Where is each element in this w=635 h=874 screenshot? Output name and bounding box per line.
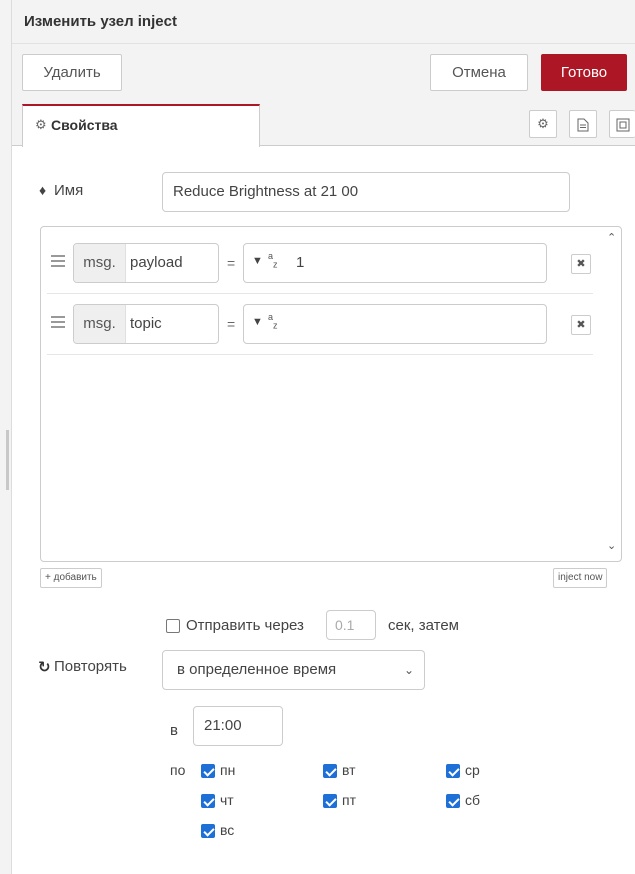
name-label: Имя	[54, 182, 84, 199]
document-icon	[577, 118, 589, 132]
appearance-button[interactable]	[609, 110, 635, 138]
checkbox[interactable]	[201, 764, 215, 778]
add-property-button[interactable]: + добавить	[40, 568, 102, 588]
done-button[interactable]: Готово	[541, 54, 627, 91]
msg-prefix: msg.	[74, 305, 126, 343]
inject-once-label: Отправить через	[186, 617, 304, 634]
checkbox[interactable]	[201, 794, 215, 808]
description-button[interactable]	[569, 110, 597, 138]
on-label: по	[170, 762, 186, 778]
node-settings-button[interactable]: ⚙	[529, 110, 557, 138]
checkbox[interactable]	[446, 764, 460, 778]
string-type-icon: az	[268, 312, 278, 331]
chevron-down-icon[interactable]: ⌄	[607, 539, 616, 552]
tabs-bar: ⚙ Свойства ⚙	[12, 102, 635, 147]
day-label: вт	[342, 762, 356, 778]
at-label: в	[170, 722, 178, 739]
repeat-select[interactable]: в определенное время ⌄	[162, 650, 425, 690]
edit-tray: Изменить узел inject Удалить Отмена Гото…	[12, 0, 635, 874]
gear-icon: ⚙	[537, 116, 549, 131]
property-key-input[interactable]: msg. topic	[73, 304, 219, 344]
checkbox[interactable]	[323, 764, 337, 778]
name-input[interactable]: Reduce Brightness at 21 00	[162, 172, 570, 212]
property-value-input[interactable]: ▼ az 1	[243, 243, 547, 283]
tray-header: Изменить узел inject	[12, 0, 635, 44]
appearance-icon	[616, 118, 629, 132]
plus-icon: +	[45, 572, 51, 583]
string-type-icon: az	[268, 251, 278, 270]
day-label: вс	[220, 822, 235, 838]
day-label: пт	[342, 792, 356, 808]
repeat-icon: ↻	[38, 659, 51, 676]
msg-prefix: msg.	[74, 244, 126, 282]
chevron-up-icon[interactable]: ⌃	[607, 231, 616, 244]
workspace-edge	[0, 0, 12, 874]
property-key-input[interactable]: msg. payload	[73, 243, 219, 283]
repeat-selected-value: в определенное время	[177, 661, 337, 678]
day-label: сб	[465, 792, 481, 808]
equals-sign: =	[227, 316, 236, 332]
chevron-down-icon: ⌄	[403, 663, 414, 677]
drag-handle-icon[interactable]	[51, 316, 65, 328]
tab-properties-label: Свойства	[51, 117, 118, 133]
caret-down-icon[interactable]: ▼	[252, 316, 263, 328]
inject-once-suffix: сек, затем	[388, 617, 459, 634]
tray-toolbar: Удалить Отмена Готово	[12, 44, 635, 102]
remove-property-button[interactable]: ✖	[571, 254, 591, 274]
tray-title: Изменить узел inject	[24, 13, 177, 30]
equals-sign: =	[227, 255, 236, 271]
property-row: msg. topic = ▼ az ✖	[47, 294, 593, 355]
inject-once-checkbox[interactable]	[166, 619, 180, 633]
tab-properties[interactable]: ⚙ Свойства	[22, 104, 260, 147]
scrollbar[interactable]: ⌃ ⌄	[605, 227, 621, 561]
add-label: добавить	[53, 572, 97, 583]
remove-property-button[interactable]: ✖	[571, 315, 591, 335]
gear-icon: ⚙	[35, 117, 47, 132]
checkbox[interactable]	[201, 824, 215, 838]
day-label: чт	[220, 792, 234, 808]
repeat-label: Повторять	[54, 658, 127, 675]
property-key: payload	[130, 254, 183, 271]
properties-list: msg. payload = ▼ az 1 ✖ msg. topic = ▼ a…	[40, 226, 622, 562]
cancel-button[interactable]: Отмена	[430, 54, 528, 91]
day-label: ср	[465, 762, 480, 778]
inject-once-delay-input[interactable]: 0.1	[326, 610, 376, 640]
time-input[interactable]: 21:00	[193, 706, 283, 746]
delete-button[interactable]: Удалить	[22, 54, 122, 91]
property-value-input[interactable]: ▼ az	[243, 304, 547, 344]
resize-grip[interactable]	[6, 430, 9, 490]
day-label: пн	[220, 762, 236, 778]
caret-down-icon[interactable]: ▼	[252, 255, 263, 267]
tag-icon: ♦	[39, 182, 47, 198]
checkbox[interactable]	[323, 794, 337, 808]
drag-handle-icon[interactable]	[51, 255, 65, 267]
property-row: msg. payload = ▼ az 1 ✖	[47, 233, 593, 294]
property-key: topic	[130, 315, 162, 332]
checkbox[interactable]	[446, 794, 460, 808]
inject-now-button[interactable]: inject now	[553, 568, 608, 588]
property-value: 1	[296, 254, 305, 271]
